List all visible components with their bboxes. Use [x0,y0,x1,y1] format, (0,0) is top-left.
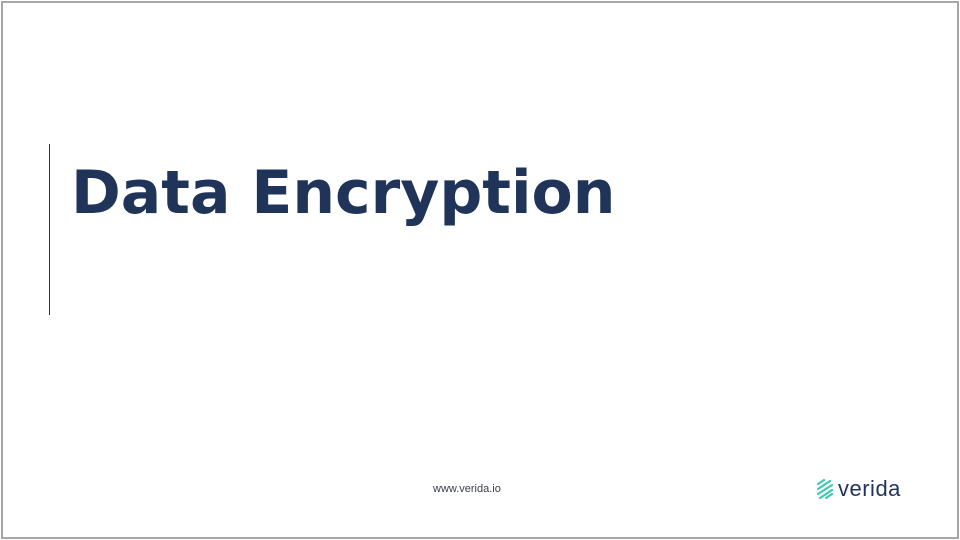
verida-logo: verida [816,477,901,501]
verida-logo-text: verida [838,476,901,501]
verida-logo-icon [816,479,834,499]
slide: Data Encryption www.verida.io verida [1,1,959,539]
title-accent-line [49,144,50,315]
footer-website-link[interactable]: www.verida.io [433,483,501,495]
slide-title: Data Encryption [71,158,616,228]
